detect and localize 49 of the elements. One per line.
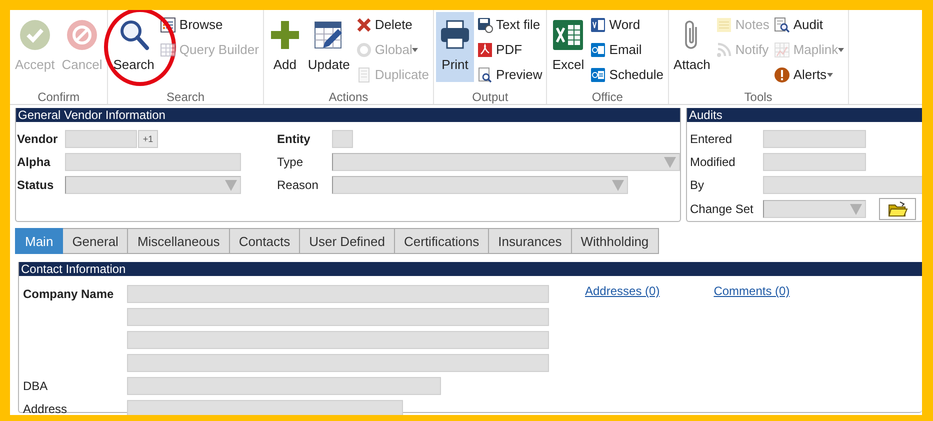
ribbon-button[interactable]: Update bbox=[304, 12, 353, 82]
group-label: Confirm bbox=[36, 90, 81, 104]
ribbon-button[interactable]: Search bbox=[110, 12, 158, 82]
ribbon-button[interactable]: Excel bbox=[549, 12, 588, 82]
field-label: Company Name bbox=[23, 286, 115, 300]
field-label: Type bbox=[277, 154, 304, 168]
field-label: Alpha bbox=[16, 154, 52, 168]
group-label: Office bbox=[590, 90, 624, 104]
ribbon-button[interactable]: Text file bbox=[475, 12, 544, 37]
ribbon-button[interactable]: Browse bbox=[158, 12, 261, 37]
section-header: Audits bbox=[687, 108, 922, 122]
field-label: Reason bbox=[277, 178, 320, 192]
field-label: Modified bbox=[690, 154, 736, 168]
field-label: Entity bbox=[277, 132, 312, 146]
field-label: DBA bbox=[23, 378, 49, 392]
ribbon-button[interactable]: Preview bbox=[475, 62, 544, 87]
tab[interactable]: User Defined bbox=[300, 228, 395, 254]
field-label: Entered bbox=[690, 132, 734, 146]
link[interactable]: Addresses (0) bbox=[585, 282, 660, 300]
field-label: Change Set bbox=[690, 202, 754, 216]
ribbon-button[interactable]: Print bbox=[436, 12, 474, 82]
increment-button[interactable]: +1 bbox=[138, 130, 158, 148]
field-label: By bbox=[690, 178, 706, 192]
tab[interactable]: Certifications bbox=[395, 228, 490, 254]
tab[interactable]: Insurances bbox=[489, 228, 572, 254]
tab[interactable]: Miscellaneous bbox=[128, 228, 230, 254]
ribbon-button[interactable]: Attach bbox=[670, 12, 714, 82]
ribbon-button[interactable]: Schedule bbox=[588, 62, 666, 87]
tab[interactable]: Contacts bbox=[230, 228, 300, 254]
section-header: Contact Information bbox=[19, 262, 922, 276]
group-label: Output bbox=[471, 90, 510, 104]
link[interactable]: Comments (0) bbox=[714, 282, 790, 300]
group-label: Search bbox=[166, 90, 206, 104]
ribbon-button[interactable]: Alerts bbox=[772, 62, 846, 87]
tab[interactable]: Withholding bbox=[572, 228, 659, 254]
tab[interactable]: General bbox=[63, 228, 128, 254]
group-label: Actions bbox=[328, 90, 370, 104]
ribbon-button[interactable]: Delete bbox=[354, 12, 432, 37]
tab[interactable]: Main bbox=[15, 228, 64, 254]
field-label: Status bbox=[16, 178, 55, 192]
ribbon-button[interactable]: Email bbox=[588, 37, 666, 62]
ribbon-button[interactable]: Word bbox=[588, 12, 666, 37]
field-label: Address bbox=[23, 402, 68, 415]
ribbon-button[interactable]: PDF bbox=[475, 37, 544, 62]
ribbon-button[interactable]: Audit bbox=[772, 12, 846, 37]
group-label: Tools bbox=[743, 90, 774, 104]
ribbon-button[interactable]: Add bbox=[266, 12, 304, 82]
field-label: Vendor bbox=[16, 132, 59, 146]
section-header: General Vendor Information bbox=[16, 108, 680, 122]
